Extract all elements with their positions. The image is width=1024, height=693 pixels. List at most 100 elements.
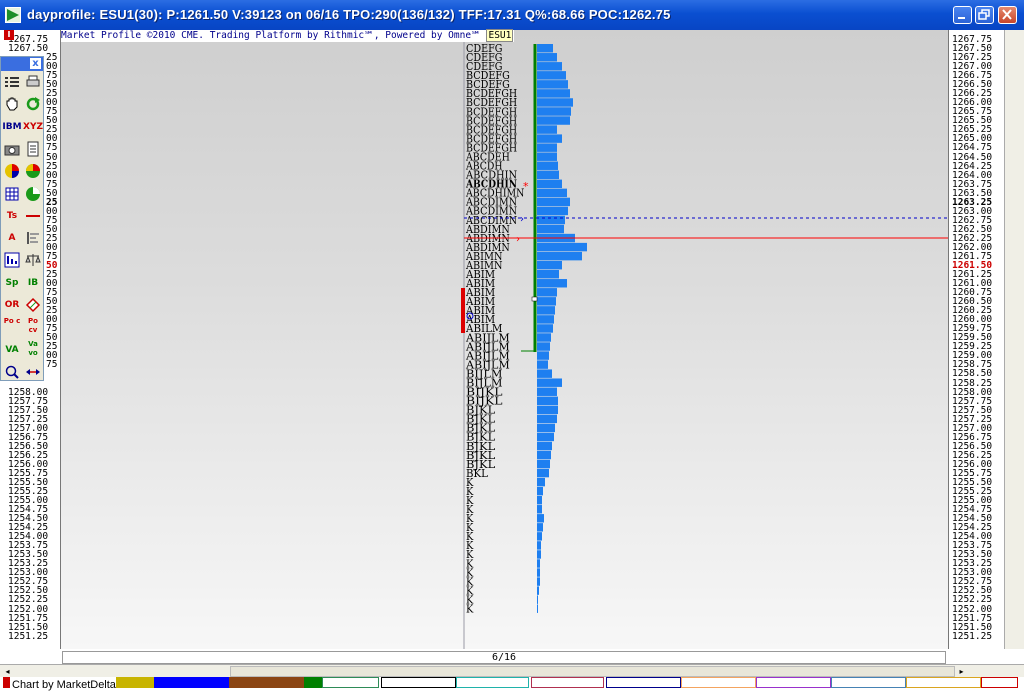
xyz-icon[interactable]: XYZ xyxy=(23,117,43,137)
session-date: 6/16 xyxy=(491,652,517,663)
volume-profile-bar xyxy=(537,98,573,107)
volume-profile-bar xyxy=(537,396,558,405)
va-icon[interactable]: VA xyxy=(2,340,22,360)
red-poc-chevron-icon: › xyxy=(516,234,520,245)
color-swatch-outline-green[interactable] xyxy=(322,677,379,688)
color-swatch-outline-steel[interactable] xyxy=(831,677,906,688)
hand-icon-glyph xyxy=(6,97,18,111)
color-swatch-outline-maroon[interactable] xyxy=(531,677,604,688)
symbol-tag: ESU1 xyxy=(486,29,514,42)
volume-profile-bar xyxy=(537,577,540,586)
align-icon[interactable] xyxy=(23,228,43,248)
right-price-axis[interactable]: 1267.75 1267.50 1267.25 1267.00 1266.75 1266.… xyxy=(948,30,1005,649)
hand-icon[interactable] xyxy=(2,94,22,114)
grid-icon-glyph xyxy=(5,187,19,200)
scroll-right-arrow-icon[interactable]: ▸ xyxy=(956,666,967,677)
text-icon[interactable]: A xyxy=(2,228,22,248)
ib-icon[interactable]: IB xyxy=(23,273,43,293)
tool-palette-close-button[interactable]: x xyxy=(30,58,41,69)
volume-profile-bar xyxy=(537,215,565,225)
close-button[interactable] xyxy=(998,6,1017,24)
color-swatch-outline-gold[interactable] xyxy=(906,677,981,688)
volume-profile-bar xyxy=(537,134,562,143)
sp-icon[interactable]: Sp xyxy=(2,273,22,293)
volume-profile-bar xyxy=(537,496,542,505)
status-text: Chart by MarketDelta xyxy=(12,679,116,691)
volume-profile-bar xyxy=(537,342,550,351)
left-axis-price-label: 1251.25 xyxy=(8,630,49,642)
color-swatch-outline-black[interactable] xyxy=(381,677,456,688)
color-wheel-icon[interactable] xyxy=(2,161,22,181)
volume-profile-bar xyxy=(537,586,539,595)
volume-profile-bar xyxy=(537,206,568,216)
color-swatch-green[interactable] xyxy=(304,677,322,688)
line-icon[interactable] xyxy=(23,206,43,226)
volume-profile-bar xyxy=(537,143,557,152)
color-swatch-outline-purple[interactable] xyxy=(756,677,831,688)
ibm-icon[interactable]: IBM xyxy=(2,117,22,137)
color-swatch-red[interactable] xyxy=(3,677,10,688)
color-wheel-2-icon[interactable] xyxy=(23,161,43,181)
color-swatch-brown[interactable] xyxy=(229,677,304,688)
right-axis-price-label: 1251.25 xyxy=(952,630,993,642)
left-axis-price-label: 1267.50 xyxy=(8,43,49,55)
refresh-icon[interactable] xyxy=(23,94,43,114)
volume-profile-bar xyxy=(537,71,566,80)
left-axis-price-fragment: 75 xyxy=(46,359,58,371)
chart-icon[interactable] xyxy=(2,250,22,270)
list-icon[interactable] xyxy=(2,72,22,92)
volume-profile-bar xyxy=(537,405,558,415)
volume-profile-bar xyxy=(537,107,571,116)
volume-profile-bar xyxy=(537,595,538,604)
or-icon[interactable]: OR xyxy=(2,295,22,315)
minimize-button[interactable] xyxy=(953,6,972,24)
diamond-icon-glyph xyxy=(25,297,41,313)
volume-profile-bar xyxy=(537,550,541,559)
plot-area[interactable]: CDEFG CDEFG CDEFG BCDEFG BCDEFG BCDEFGH BCDEFG… xyxy=(60,30,948,649)
color-swatch-outline-teal[interactable] xyxy=(456,677,529,688)
volume-profile-bar xyxy=(537,315,554,324)
red-asterisk-icon: * xyxy=(523,180,529,193)
grid-icon[interactable] xyxy=(2,184,22,204)
left-axis-marker: I xyxy=(4,30,14,40)
vertical-scrollbar[interactable] xyxy=(1004,30,1024,649)
list-icon-glyph xyxy=(5,77,19,87)
notes-icon[interactable] xyxy=(23,139,43,159)
pie-icon[interactable] xyxy=(23,184,43,204)
scale-icon[interactable] xyxy=(23,250,43,270)
color-swatch-outline-orange[interactable] xyxy=(681,677,756,688)
pocv-icon[interactable]: Po cv xyxy=(23,317,43,337)
window-title-bar: dayprofile: ESU1(30): P:1261.50 V:39123 … xyxy=(0,0,1024,30)
banner-text: Market Profile ©2010 CME. Trading Platfo… xyxy=(61,30,481,41)
vavo-icon[interactable]: Va vo xyxy=(23,340,43,360)
volume-profile-bar xyxy=(537,505,542,514)
horizontal-scrollbar[interactable]: ◂ ▸ xyxy=(0,664,1024,678)
volume-profile-bar xyxy=(537,116,570,125)
blue-price-chevron-icon: › xyxy=(520,214,524,225)
app-icon xyxy=(5,7,21,23)
volume-profile-bar xyxy=(537,251,582,261)
search-icon[interactable] xyxy=(2,362,22,382)
color-swatch-blue[interactable] xyxy=(154,677,229,688)
arrows-icon[interactable] xyxy=(23,362,43,382)
color-swatch-outline-navy[interactable] xyxy=(606,677,681,688)
maximize-button[interactable] xyxy=(975,6,994,24)
scroll-left-arrow-icon[interactable]: ◂ xyxy=(2,666,13,677)
volume-profile-bar xyxy=(537,450,551,460)
ts-icon[interactable]: Ts xyxy=(2,206,22,226)
poc-icon[interactable]: Po c xyxy=(2,317,22,337)
pie-icon-glyph xyxy=(26,186,40,201)
color-swatch-olive[interactable] xyxy=(116,677,154,688)
color-swatch-outline-red[interactable] xyxy=(981,677,1018,688)
volume-profile-bar xyxy=(537,459,550,469)
volume-profile-bar xyxy=(537,179,562,189)
volume-profile-bar xyxy=(537,360,548,369)
volume-profile-bar xyxy=(537,468,549,478)
camera-icon[interactable] xyxy=(2,139,22,159)
volume-profile-bar xyxy=(537,125,557,134)
print-icon[interactable] xyxy=(23,72,43,92)
tool-palette-header[interactable]: x xyxy=(1,57,43,71)
diamond-icon[interactable] xyxy=(23,295,43,315)
horizontal-scroll-thumb[interactable] xyxy=(230,666,955,677)
volume-profile-bar xyxy=(537,161,558,170)
